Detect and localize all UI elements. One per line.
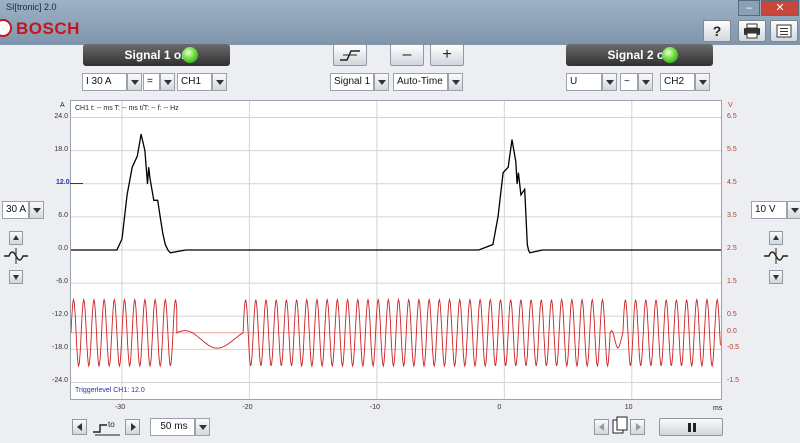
- left-axis-unit: A: [60, 102, 65, 109]
- measurement-readout: CH1 t: -- ms T: -- ms t/T: -- f: -- Hz: [75, 105, 179, 112]
- left-axis-tick-label: -18.0: [52, 344, 68, 352]
- trigger-mode-dropdown-icon[interactable]: [448, 73, 463, 91]
- trigger-plus-button[interactable]: +: [430, 44, 464, 66]
- right-axis-tick-label: -0.5: [727, 344, 740, 352]
- pause-icon: [688, 423, 696, 432]
- close-button[interactable]: ✕: [761, 0, 799, 16]
- signal-2-measurand-dropdown-icon[interactable]: [602, 73, 617, 91]
- signal-1-coupling-dropdown-icon[interactable]: [160, 73, 175, 91]
- signal-2-led-icon: [662, 47, 678, 63]
- window-title: SI[tronic] 2.0: [6, 2, 57, 12]
- right-axis-tick-label: 6.5: [727, 112, 737, 120]
- right-axis-tick-label: -1.5: [727, 377, 740, 385]
- pause-button[interactable]: [659, 418, 723, 436]
- x-axis-tick-label: 0: [497, 404, 502, 411]
- left-axis-tick-label: 18.0: [54, 145, 68, 153]
- x-axis-unit: ms: [713, 405, 723, 412]
- help-button[interactable]: ?: [703, 20, 731, 42]
- trigger-edge-button[interactable]: [333, 44, 367, 66]
- timebase-dropdown-icon[interactable]: [195, 418, 210, 436]
- scroll-right-button[interactable]: [125, 419, 140, 435]
- menu-button[interactable]: [770, 20, 798, 42]
- signal-1-coupling-select[interactable]: =: [143, 73, 160, 91]
- brand-logo: BOSCH: [16, 19, 80, 38]
- left-axis-tick-label: -12.0: [52, 311, 68, 319]
- right-axis-tick-label: 5.5: [727, 145, 737, 153]
- signal-1-measurand-select[interactable]: I 30 A: [82, 73, 127, 91]
- x-axis-tick-label: -20: [242, 404, 253, 411]
- signal-1-offset-down-button[interactable]: [9, 270, 23, 284]
- signal-1-range-select[interactable]: 30 A: [2, 201, 29, 219]
- print-button[interactable]: [738, 20, 766, 42]
- signal-1-led-icon: [182, 47, 198, 63]
- signal-2-range-dropdown-icon[interactable]: [787, 201, 800, 219]
- ch1-trace: [71, 133, 721, 254]
- scroll-left-button[interactable]: [72, 419, 87, 435]
- right-axis-unit: V: [728, 102, 733, 109]
- signal-1-offset-up-button[interactable]: [9, 231, 23, 245]
- left-axis-tick-label: 0.0: [58, 245, 68, 252]
- x-axis-tick-label: 10: [624, 404, 633, 411]
- right-axis-tick-label: 1.5: [727, 278, 737, 286]
- signal-1-waveform-icon: [4, 248, 28, 264]
- left-axis-tick-label: 24.0: [54, 112, 68, 120]
- signal-2-waveform-icon: [764, 248, 788, 264]
- svg-text:to: to: [108, 420, 115, 429]
- right-axis-tick-label: 3.5: [727, 211, 737, 219]
- signal-2-offset-up-button[interactable]: [769, 231, 783, 245]
- signal-1-toggle[interactable]: Signal 1 on: [83, 44, 230, 66]
- oscilloscope-plot[interactable]: CH1 t: -- ms T: -- ms t/T: -- f: -- Hz T…: [70, 100, 722, 400]
- signal-2-offset-down-button[interactable]: [769, 270, 783, 284]
- printer-icon: [744, 23, 760, 39]
- signal-1-measurand-dropdown-icon[interactable]: [127, 73, 142, 91]
- trigger-source-select[interactable]: Signal 1: [330, 73, 374, 91]
- x-axis-tick-label: -10: [369, 404, 380, 411]
- left-axis-tick-label: -6.0: [55, 278, 68, 286]
- left-axis-tick-label: -24.0: [52, 377, 68, 385]
- signal-2-toggle[interactable]: Signal 2 on: [566, 44, 713, 66]
- minimize-button[interactable]: –: [738, 0, 760, 16]
- right-axis-tick-label: 4.5: [727, 178, 737, 186]
- signal-2-channel-select[interactable]: CH2: [660, 73, 695, 91]
- signal-2-coupling-select[interactable]: ~: [620, 73, 638, 91]
- trigger-mode-select[interactable]: Auto-Time: [393, 73, 448, 91]
- trigger-source-dropdown-icon[interactable]: [374, 73, 389, 91]
- right-axis-tick-label: 0.0: [727, 327, 737, 335]
- signal-1-channel-select[interactable]: CH1: [177, 73, 212, 91]
- trigger-minus-button[interactable]: –: [390, 44, 424, 66]
- signal-2-channel-dropdown-icon[interactable]: [695, 73, 710, 91]
- timebase-select[interactable]: 50 ms: [150, 418, 195, 436]
- trigger-edge-icon: [340, 50, 360, 61]
- waveform-canvas: [71, 101, 721, 399]
- right-axis-tick-label: 0.5: [727, 311, 737, 319]
- list-icon: [776, 24, 792, 38]
- page-icon[interactable]: [611, 416, 629, 436]
- page-back-button[interactable]: [594, 419, 609, 435]
- signal-2-coupling-dropdown-icon[interactable]: [638, 73, 653, 91]
- x-axis-tick-label: -30: [114, 404, 126, 411]
- trigger-level-text: Triggerlevel CH1: 12.0: [75, 387, 145, 394]
- signal-2-measurand-select[interactable]: U: [566, 73, 602, 91]
- page-forward-button[interactable]: [630, 419, 645, 435]
- signal-2-range-select[interactable]: 10 V: [751, 201, 787, 219]
- right-axis-tick-label: 2.5: [727, 245, 737, 252]
- title-bar: [0, 0, 800, 45]
- trigger-level-line: [70, 182, 83, 184]
- left-axis-tick-label: 6.0: [58, 211, 68, 219]
- trigger-level-marker[interactable]: 12.0: [56, 179, 70, 186]
- trigger-position-icon[interactable]: to: [92, 417, 122, 437]
- signal-1-channel-dropdown-icon[interactable]: [212, 73, 227, 91]
